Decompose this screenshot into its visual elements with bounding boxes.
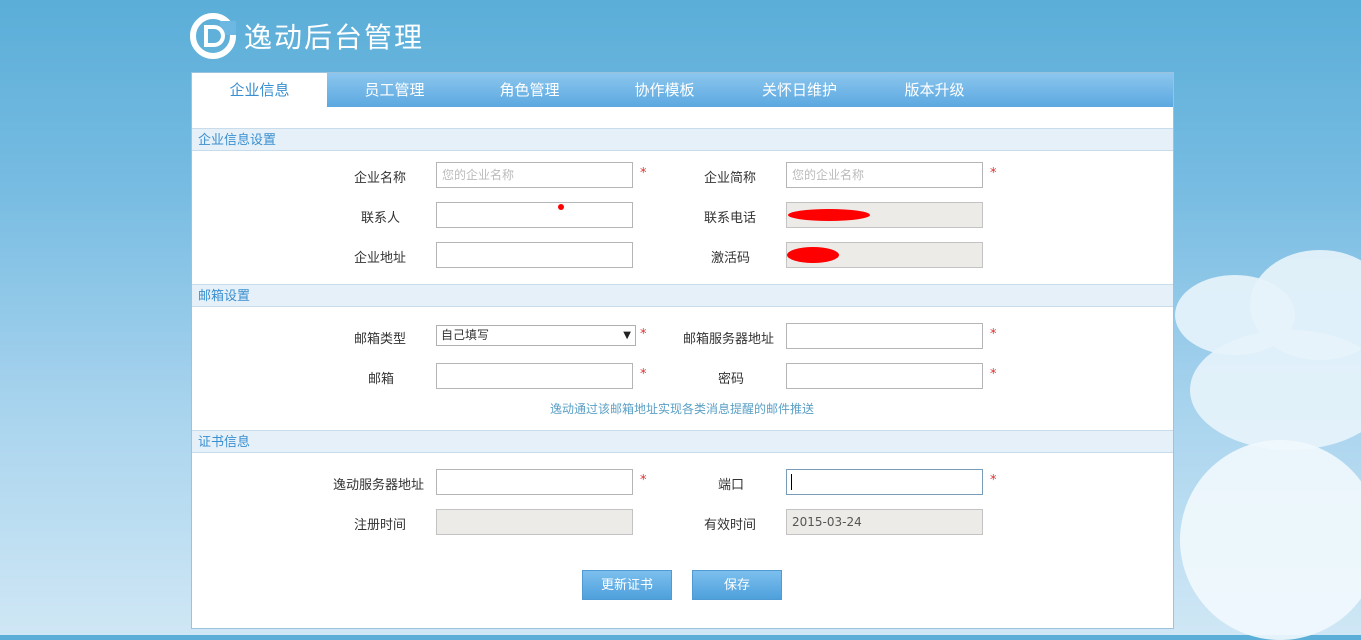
contact-person-label: 联系人 <box>361 211 401 226</box>
required-mark: * <box>640 327 647 342</box>
company-address-input[interactable] <box>436 242 633 268</box>
tab-bar: 企业信息 员工管理 角色管理 协作模板 关怀日维护 版本升级 <box>192 73 1173 107</box>
tab-care-day[interactable]: 关怀日维护 <box>732 73 867 107</box>
cloud-decoration <box>1180 440 1361 640</box>
app-title: 逸动后台管理 <box>244 21 425 54</box>
red-dot-mark <box>558 204 564 210</box>
email-input[interactable] <box>436 363 633 389</box>
tab-role-management[interactable]: 角色管理 <box>462 73 597 107</box>
port-input[interactable] <box>786 469 983 495</box>
password-input[interactable] <box>786 363 983 389</box>
section-company-info: 企业信息设置 <box>192 128 1173 151</box>
register-time-label: 注册时间 <box>354 518 407 533</box>
mail-type-selected: 自己填写 <box>441 328 490 342</box>
company-name-label: 企业名称 <box>354 171 407 186</box>
app-header: 逸动后台管理 <box>190 8 424 64</box>
mail-type-select[interactable]: 自己填写 ▼ <box>436 325 636 346</box>
required-mark: * <box>990 327 997 342</box>
section-mail-settings: 邮箱设置 <box>192 284 1173 307</box>
mail-hint-text: 逸动通过该邮箱地址实现各类消息提醒的邮件推送 <box>550 402 815 416</box>
required-mark: * <box>640 367 647 382</box>
contact-phone-label: 联系电话 <box>704 211 757 226</box>
mail-server-label: 邮箱服务器地址 <box>683 332 775 347</box>
required-mark: * <box>990 367 997 382</box>
app-logo-icon <box>190 13 236 59</box>
tab-collab-template[interactable]: 协作模板 <box>597 73 732 107</box>
valid-time-field: 2015-03-24 <box>786 509 983 535</box>
register-time-field <box>436 509 633 535</box>
tab-staff-management[interactable]: 员工管理 <box>327 73 462 107</box>
main-panel: 企业信息 员工管理 角色管理 协作模板 关怀日维护 版本升级 企业信息设置 企业… <box>191 72 1174 629</box>
save-button[interactable]: 保存 <box>692 570 782 600</box>
tab-version-upgrade[interactable]: 版本升级 <box>867 73 1002 107</box>
tab-company-info[interactable]: 企业信息 <box>192 73 327 107</box>
email-label: 邮箱 <box>368 372 395 387</box>
required-mark: * <box>640 166 647 181</box>
text-cursor <box>791 474 792 490</box>
mail-server-input[interactable] <box>786 323 983 349</box>
redaction-mark <box>787 247 839 263</box>
company-short-name-label: 企业简称 <box>704 171 757 186</box>
activation-code-label: 激活码 <box>711 251 751 266</box>
required-mark: * <box>640 473 647 488</box>
company-short-name-input[interactable] <box>786 162 983 188</box>
mail-type-label: 邮箱类型 <box>354 332 407 347</box>
password-label: 密码 <box>718 372 745 387</box>
company-name-input[interactable] <box>436 162 633 188</box>
required-mark: * <box>990 166 997 181</box>
required-mark: * <box>990 473 997 488</box>
server-address-input[interactable] <box>436 469 633 495</box>
company-address-label: 企业地址 <box>354 251 407 266</box>
update-cert-button[interactable]: 更新证书 <box>582 570 672 600</box>
redaction-mark <box>788 209 870 221</box>
valid-time-label: 有效时间 <box>704 518 757 533</box>
port-label: 端口 <box>718 478 745 493</box>
contact-person-input[interactable] <box>436 202 633 228</box>
dropdown-arrow-icon: ▼ <box>623 330 631 341</box>
server-address-label: 逸动服务器地址 <box>333 478 425 493</box>
section-cert-info: 证书信息 <box>192 430 1173 453</box>
